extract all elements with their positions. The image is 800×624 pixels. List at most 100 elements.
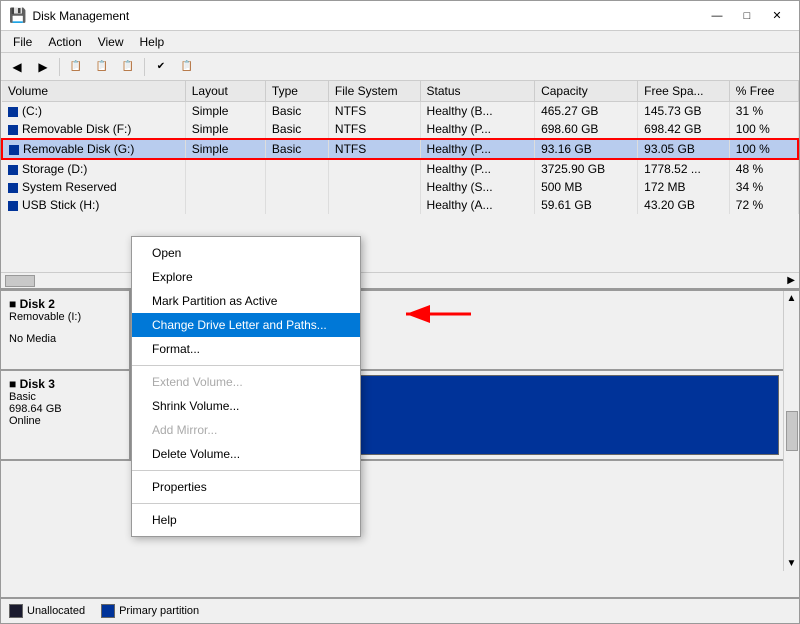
col-layout: Layout — [185, 81, 265, 102]
disk-row-2: ■ Disk 2 Removable (I:) No Media — [1, 291, 783, 371]
col-filesystem: File System — [328, 81, 420, 102]
disk-3-type: Basic — [9, 391, 121, 403]
v-scrollbar[interactable]: ▲ ▼ — [783, 291, 799, 571]
cell-status: Healthy (B... — [420, 102, 535, 121]
legend-unallocated: Unallocated — [9, 604, 85, 618]
app-icon: 💾 — [9, 7, 26, 24]
col-status: Status — [420, 81, 535, 102]
cell-pct: 100 % — [729, 120, 798, 139]
menu-action[interactable]: Action — [40, 31, 89, 52]
menu-extend: Extend Volume... — [132, 370, 360, 394]
cell-layout — [185, 178, 265, 196]
table-row[interactable]: System Reserved Healthy (S... 500 MB 172… — [2, 178, 798, 196]
cell-free: 1778.52 ... — [638, 159, 730, 178]
titlebar-left: 💾 Disk Management — [9, 7, 129, 24]
legend-unallocated-box — [9, 604, 23, 618]
cell-type: Basic — [265, 120, 328, 139]
cell-capacity: 3725.90 GB — [535, 159, 638, 178]
scroll-up-arrow[interactable]: ▲ — [787, 293, 797, 304]
cell-capacity: 500 MB — [535, 178, 638, 196]
menu-view[interactable]: View — [90, 31, 132, 52]
toolbar-forward[interactable]: ▶ — [31, 56, 55, 78]
cell-status: Healthy (P... — [420, 139, 535, 159]
disk-visual-area: ■ Disk 2 Removable (I:) No Media ■ Disk … — [1, 291, 799, 597]
disk-icon — [8, 107, 18, 117]
cell-pct: 31 % — [729, 102, 798, 121]
v-scrollbar-handle[interactable] — [786, 411, 798, 451]
toolbar-back[interactable]: ◀ — [5, 56, 29, 78]
cell-volume: Removable Disk (F:) — [2, 120, 185, 139]
toolbar-btn2[interactable]: 📋 — [90, 56, 114, 78]
col-pct: % Free — [729, 81, 798, 102]
right-arrow[interactable]: ▶ — [787, 275, 795, 286]
toolbar-sep1 — [59, 58, 60, 76]
menu-change-drive-letter[interactable]: Change Drive Letter and Paths... — [132, 313, 360, 337]
cell-capacity: 59.61 GB — [535, 196, 638, 214]
cell-fs: NTFS — [328, 102, 420, 121]
cell-volume: USB Stick (H:) — [2, 196, 185, 214]
h-scrollbar[interactable]: ▶ — [1, 272, 799, 288]
cell-type — [265, 178, 328, 196]
disk-icon — [8, 183, 18, 193]
cell-free: 43.20 GB — [638, 196, 730, 214]
disk-icon — [8, 165, 18, 175]
menu-add-mirror: Add Mirror... — [132, 418, 360, 442]
toolbar-btn4[interactable]: ✔ — [149, 56, 173, 78]
cell-status: Healthy (P... — [420, 159, 535, 178]
table-row-selected[interactable]: Removable Disk (G:) Simple Basic NTFS He… — [2, 139, 798, 159]
cell-layout: Simple — [185, 120, 265, 139]
menu-sep3 — [132, 503, 360, 504]
disk-3-name: ■ Disk 3 — [9, 377, 121, 391]
menu-sep1 — [132, 365, 360, 366]
toolbar-btn5[interactable]: 📋 — [175, 56, 199, 78]
disk-icon — [8, 125, 18, 135]
menu-file[interactable]: File — [5, 31, 40, 52]
cell-fs — [328, 196, 420, 214]
cell-volume: System Reserved — [2, 178, 185, 196]
disk-icon — [9, 145, 19, 155]
toolbar-btn3[interactable]: 📋 — [116, 56, 140, 78]
scrollbar-handle[interactable] — [5, 275, 35, 287]
maximize-button[interactable]: □ — [733, 5, 761, 27]
menu-properties[interactable]: Properties — [132, 475, 360, 499]
cell-pct: 34 % — [729, 178, 798, 196]
disk-area-padding — [1, 461, 783, 481]
menu-delete[interactable]: Delete Volume... — [132, 442, 360, 466]
main-content: Volume Layout Type File System Status Ca… — [1, 81, 799, 597]
col-volume: Volume — [2, 81, 185, 102]
table-row[interactable]: Removable Disk (F:) Simple Basic NTFS He… — [2, 120, 798, 139]
cell-layout — [185, 159, 265, 178]
menu-sep2 — [132, 470, 360, 471]
cell-volume: Removable Disk (G:) — [2, 139, 185, 159]
disk-2-media: No Media — [9, 333, 121, 345]
titlebar-buttons: — □ ✕ — [703, 5, 791, 27]
cell-status: Healthy (S... — [420, 178, 535, 196]
menu-mark-active[interactable]: Mark Partition as Active — [132, 289, 360, 313]
close-button[interactable]: ✕ — [763, 5, 791, 27]
menu-explore[interactable]: Explore — [132, 265, 360, 289]
disk-3-size: 698.64 GB — [9, 403, 121, 415]
table-row[interactable]: (C:) Simple Basic NTFS Healthy (B... 465… — [2, 102, 798, 121]
cell-fs — [328, 178, 420, 196]
bottom-panel: ▲ ▼ ■ Disk 2 Removable (I:) No Media — [1, 291, 799, 597]
scroll-down-arrow[interactable]: ▼ — [787, 558, 797, 569]
top-panel: Volume Layout Type File System Status Ca… — [1, 81, 799, 291]
menu-help[interactable]: Help — [132, 508, 360, 532]
table-row[interactable]: Storage (D:) Healthy (P... 3725.90 GB 17… — [2, 159, 798, 178]
minimize-button[interactable]: — — [703, 5, 731, 27]
cell-fs — [328, 159, 420, 178]
cell-free: 698.42 GB — [638, 120, 730, 139]
disk-row-3: ■ Disk 3 Basic 698.64 GB Online Healthy … — [1, 371, 783, 461]
legend-unallocated-label: Unallocated — [27, 605, 85, 617]
menu-open[interactable]: Open — [132, 241, 360, 265]
cell-volume: (C:) — [2, 102, 185, 121]
toolbar-btn1[interactable]: 📋 — [64, 56, 88, 78]
table-row[interactable]: USB Stick (H:) Healthy (A... 59.61 GB 43… — [2, 196, 798, 214]
cell-layout: Simple — [185, 139, 265, 159]
menu-format[interactable]: Format... — [132, 337, 360, 361]
menu-shrink[interactable]: Shrink Volume... — [132, 394, 360, 418]
cell-free: 172 MB — [638, 178, 730, 196]
menu-help[interactable]: Help — [132, 31, 173, 52]
cell-type — [265, 159, 328, 178]
red-arrow — [401, 299, 481, 332]
